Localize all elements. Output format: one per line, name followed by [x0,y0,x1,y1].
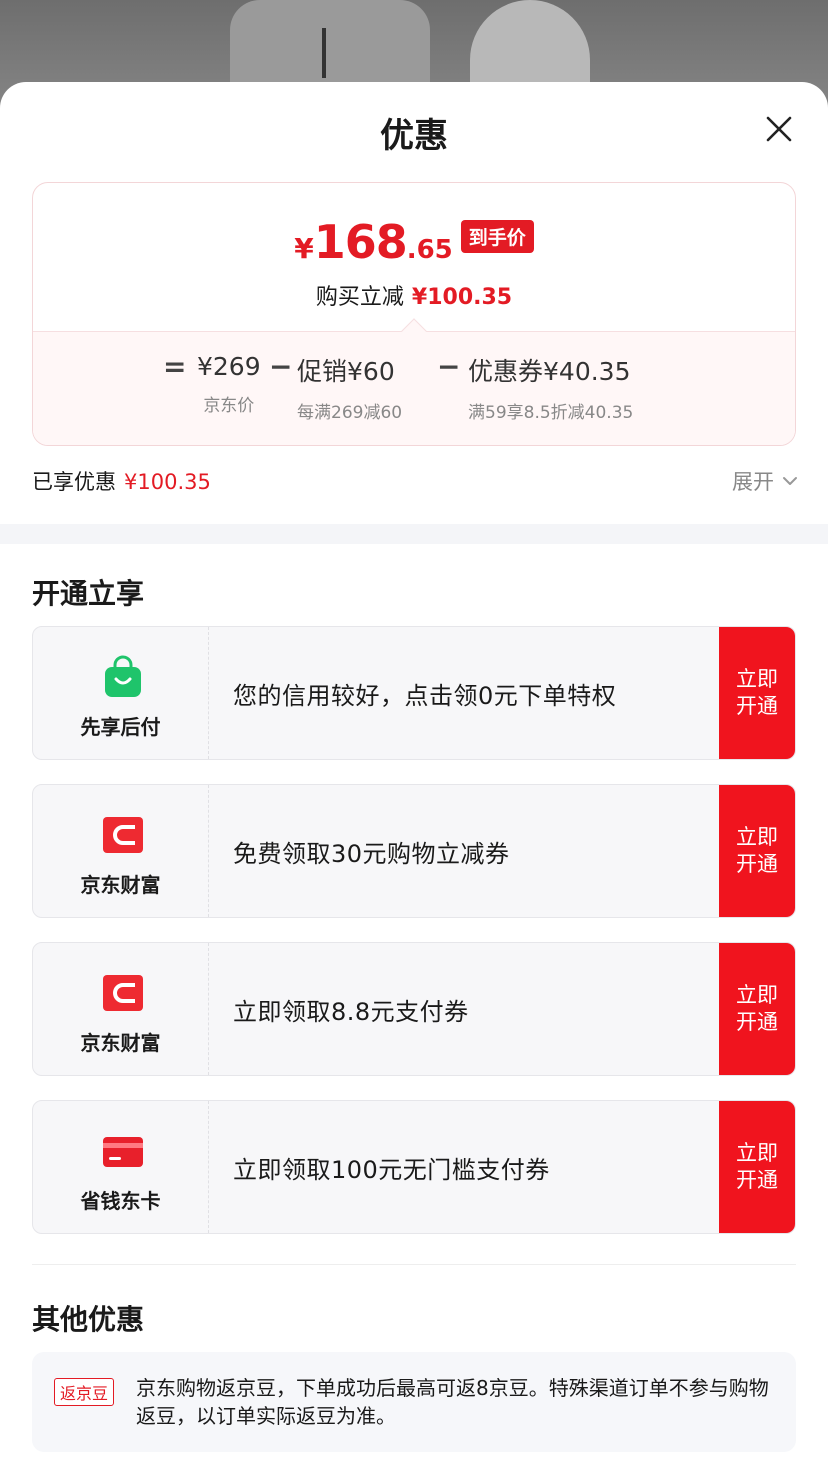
offer-card: 京东财富 立即领取8.8元支付券 立即开通 [32,942,796,1076]
minus-operator: − [269,350,293,383]
jd-bean-text: 京东购物返京豆，下单成功后最高可返8京豆。特殊渠道订单不参与购物返豆，以订单实际… [136,1376,769,1428]
price-decimal: .65 [406,235,453,265]
offer-text: 您的信用较好，点击领0元下单特权 [233,681,617,710]
chevron-down-icon [783,477,797,485]
shopping-bag-icon [105,655,141,697]
discount-sheet: 优惠 ¥168.65 到手价 购买立减 ¥100.35 = ¥269 京东价 − 促… [0,82,828,1461]
promo-desc: 每满269减60 [297,403,403,423]
jd-price-item: ¥269 京东价 [197,352,261,416]
open-section-title: 开通立享 [32,577,145,610]
offer-text: 立即领取100元无门槛支付券 [233,1155,550,1184]
reduce-label: 购买立减 [315,285,404,310]
promo-item: 促销¥60 每满269减60 [297,352,402,423]
offer-text: 立即领取8.8元支付券 [233,997,469,1026]
final-price-tag: 到手价 [460,220,534,253]
open-now-button[interactable]: 立即开通 [719,627,795,759]
expand-label: 展开 [732,470,774,494]
coupon-desc: 满59享8.5折减40.35 [468,403,634,423]
open-now-button[interactable]: 立即开通 [719,785,795,917]
enjoyed-label: 已享优惠 [32,470,116,494]
expand-button[interactable]: 展开 [732,466,798,496]
section-divider [0,524,828,544]
jd-bean-info: 返京豆 京东购物返京豆，下单成功后最高可返8京豆。特殊渠道订单不参与购物返豆，以… [32,1352,796,1452]
price-summary-card: ¥168.65 到手价 购买立减 ¥100.35 = ¥269 京东价 − 促销¥6… [32,182,796,446]
price-breakdown: = ¥269 京东价 − 促销¥60 每满269减60 − 优惠券¥40.35 … [33,331,795,445]
enjoyed-value: ¥100.35 [124,470,211,494]
card-icon [103,1137,143,1167]
promo-value: ¥60 [347,357,395,386]
final-price: ¥168.65 到手价 [33,215,795,269]
close-button[interactable] [764,114,794,144]
divider [32,1264,796,1265]
equals-operator: = [163,350,187,383]
jd-bean-badge: 返京豆 [54,1378,115,1406]
open-now-button[interactable]: 立即开通 [719,1101,795,1233]
jd-wealth-icon [103,817,143,853]
offer-card: 先享后付 您的信用较好，点击领0元下单特权 立即开通 [32,626,796,760]
offer-text: 免费领取30元购物立减券 [233,839,510,868]
close-icon [766,116,792,142]
open-now-button[interactable]: 立即开通 [719,943,795,1075]
offer-name: 先享后付 [80,715,161,739]
sheet-title: 优惠 [380,116,448,156]
promo-label: 促销 [297,357,348,386]
coupon-item: 优惠券¥40.35 满59享8.5折减40.35 [468,352,633,423]
offer-card: 省钱东卡 立即领取100元无门槛支付券 立即开通 [32,1100,796,1234]
offer-name: 京东财富 [80,1031,161,1055]
product-detail [322,28,326,78]
offer-card: 京东财富 免费领取30元购物立减券 立即开通 [32,784,796,918]
other-section-title: 其他优惠 [32,1303,145,1336]
price-integer: 168 [313,215,408,269]
jd-price-value: ¥269 [197,352,261,381]
offer-name: 京东财富 [80,873,161,897]
jd-price-label: 京东价 [203,396,255,416]
minus-operator: − [437,350,461,383]
offer-name: 省钱东卡 [80,1189,161,1213]
enjoyed-discount: 已享优惠 ¥100.35 [32,466,211,496]
jd-wealth-icon [103,975,143,1011]
reduce-value: ¥100.35 [411,285,513,310]
coupon-value: ¥40.35 [543,357,631,386]
reduce-line: 购买立减 ¥100.35 [33,279,795,311]
coupon-label: 优惠券 [468,357,544,386]
